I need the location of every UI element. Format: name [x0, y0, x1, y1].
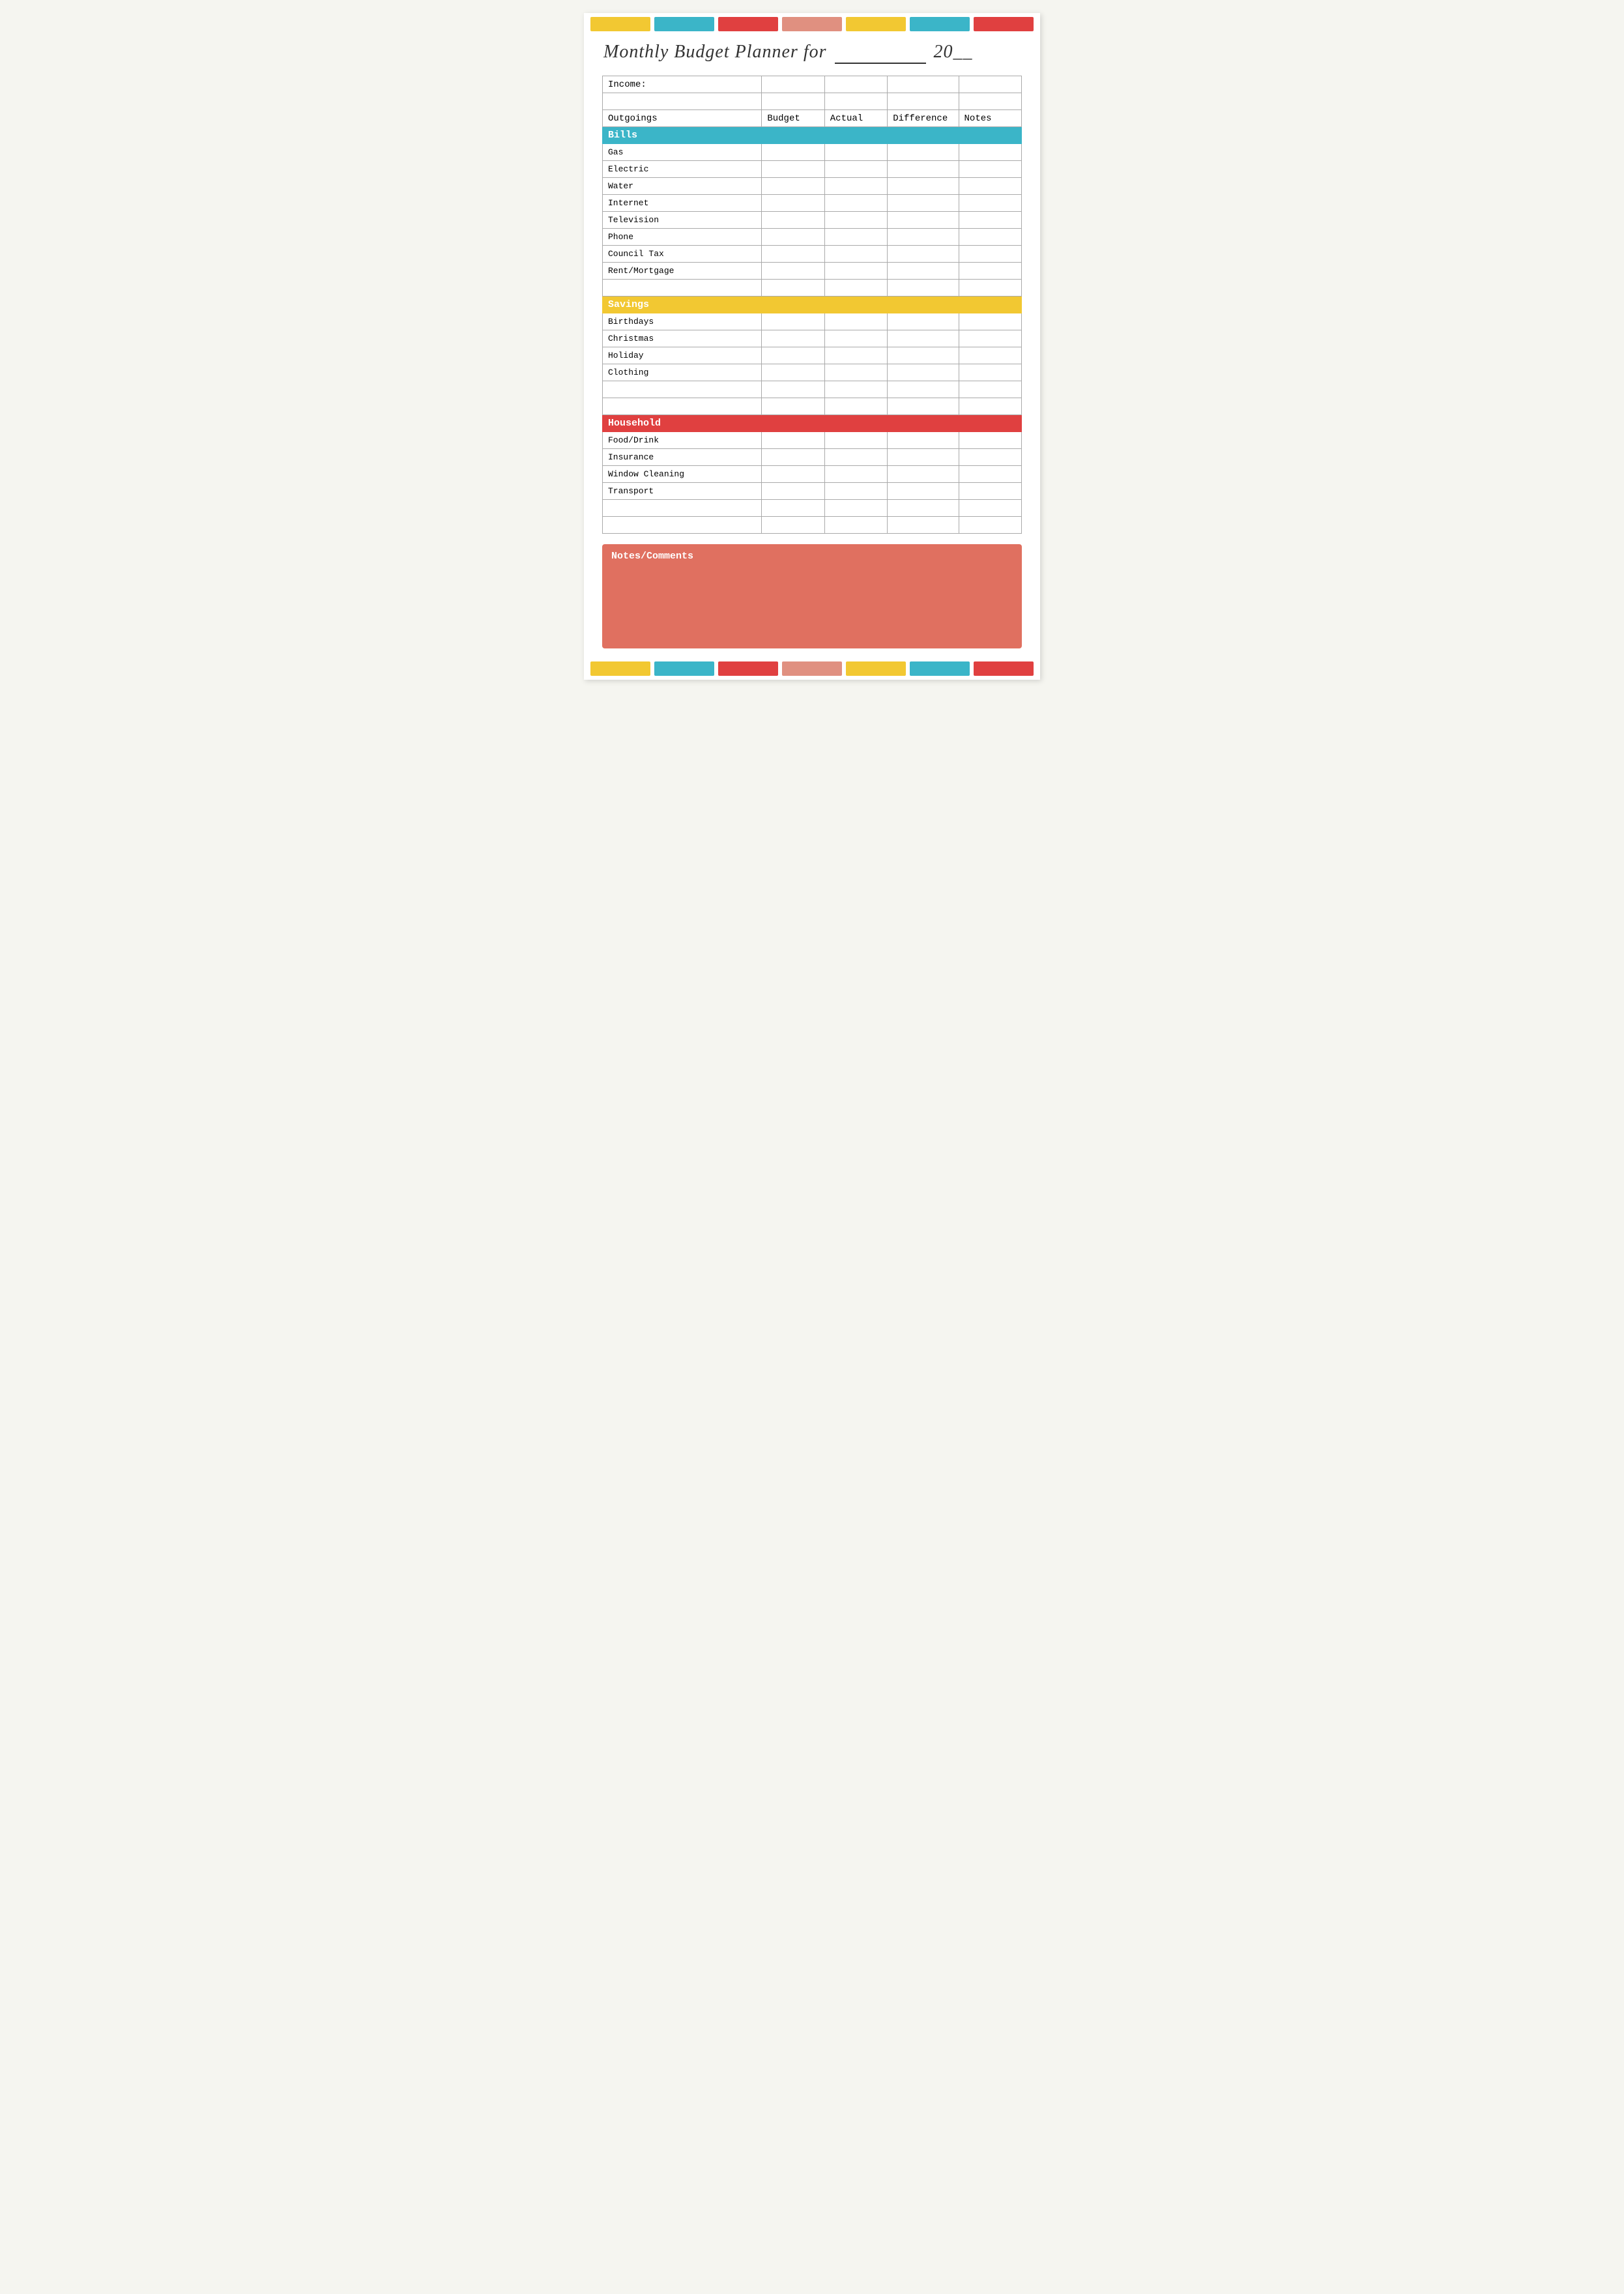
household-empty-1 — [603, 500, 1022, 517]
bar-red-1 — [718, 17, 778, 31]
income-label: Income: — [603, 76, 762, 93]
row-gas-notes[interactable] — [959, 144, 1021, 161]
savings-header-label: Savings — [603, 297, 1022, 313]
row-window-cleaning: Window Cleaning — [603, 466, 1022, 483]
spacer-after-income — [603, 93, 1022, 110]
row-holiday-label: Holiday — [603, 347, 762, 364]
row-clothing: Clothing — [603, 364, 1022, 381]
row-council-tax: Council Tax — [603, 246, 1022, 263]
row-food-drink-label: Food/Drink — [603, 432, 762, 449]
row-rent-mortgage-label: Rent/Mortgage — [603, 263, 762, 280]
row-gas: Gas — [603, 144, 1022, 161]
row-holiday: Holiday — [603, 347, 1022, 364]
savings-empty-1 — [603, 381, 1022, 398]
title-area: Monthly Budget Planner for 20__ — [584, 31, 1040, 70]
col-actual: Actual — [824, 110, 887, 127]
row-water-label: Water — [603, 178, 762, 195]
row-christmas: Christmas — [603, 330, 1022, 347]
bar-bottom-red-2 — [974, 661, 1034, 676]
title-year-blank: __ — [953, 42, 973, 62]
row-television-label: Television — [603, 212, 762, 229]
col-budget: Budget — [762, 110, 824, 127]
row-electric: Electric — [603, 161, 1022, 178]
col-difference: Difference — [888, 110, 959, 127]
row-transport: Transport — [603, 483, 1022, 500]
bar-salmon-1 — [782, 17, 842, 31]
row-council-tax-label: Council Tax — [603, 246, 762, 263]
row-transport-label: Transport — [603, 483, 762, 500]
bar-bottom-teal-2 — [910, 661, 970, 676]
row-gas-label: Gas — [603, 144, 762, 161]
savings-empty-2 — [603, 398, 1022, 415]
budget-table-wrapper: Income: Outgoings Budget Actual Differen… — [584, 76, 1040, 534]
bottom-spacer — [584, 648, 1040, 661]
bar-bottom-yellow-1 — [590, 661, 650, 676]
row-window-cleaning-label: Window Cleaning — [603, 466, 762, 483]
bar-teal-2 — [910, 17, 970, 31]
bills-header-row: Bills — [603, 127, 1022, 144]
main-title: Monthly Budget Planner for 20__ — [603, 42, 1021, 64]
row-water: Water — [603, 178, 1022, 195]
bar-bottom-yellow-2 — [846, 661, 906, 676]
title-blank — [835, 42, 926, 64]
income-budget[interactable] — [762, 76, 824, 93]
row-gas-diff[interactable] — [888, 144, 959, 161]
household-header-label: Household — [603, 415, 1022, 432]
row-gas-budget[interactable] — [762, 144, 824, 161]
row-television: Television — [603, 212, 1022, 229]
household-empty-2 — [603, 517, 1022, 534]
page: Monthly Budget Planner for 20__ Income: — [584, 13, 1040, 680]
bar-yellow-2 — [846, 17, 906, 31]
title-year-prefix: 20 — [934, 42, 953, 62]
income-notes[interactable] — [959, 76, 1021, 93]
col-notes: Notes — [959, 110, 1021, 127]
bottom-color-bar — [584, 661, 1040, 680]
savings-header-row: Savings — [603, 297, 1022, 313]
title-prefix: Monthly Budget Planner for — [603, 42, 827, 62]
bar-bottom-teal-1 — [654, 661, 714, 676]
household-header-row: Household — [603, 415, 1022, 432]
row-insurance: Insurance — [603, 449, 1022, 466]
bar-bottom-salmon-1 — [782, 661, 842, 676]
budget-table: Income: Outgoings Budget Actual Differen… — [602, 76, 1022, 534]
row-phone-label: Phone — [603, 229, 762, 246]
row-clothing-label: Clothing — [603, 364, 762, 381]
bills-empty-1 — [603, 280, 1022, 297]
bar-teal-1 — [654, 17, 714, 31]
row-birthdays-label: Birthdays — [603, 313, 762, 330]
income-diff[interactable] — [888, 76, 959, 93]
row-birthdays: Birthdays — [603, 313, 1022, 330]
row-internet-label: Internet — [603, 195, 762, 212]
bar-bottom-red-1 — [718, 661, 778, 676]
row-christmas-label: Christmas — [603, 330, 762, 347]
row-food-drink: Food/Drink — [603, 432, 1022, 449]
row-phone: Phone — [603, 229, 1022, 246]
income-actual[interactable] — [824, 76, 887, 93]
column-headers: Outgoings Budget Actual Difference Notes — [603, 110, 1022, 127]
top-color-bar — [584, 13, 1040, 31]
bar-red-2 — [974, 17, 1034, 31]
bills-header-label: Bills — [603, 127, 1022, 144]
notes-label: Notes/Comments — [611, 551, 1013, 562]
income-row: Income: — [603, 76, 1022, 93]
row-rent-mortgage: Rent/Mortgage — [603, 263, 1022, 280]
row-gas-actual[interactable] — [824, 144, 887, 161]
row-internet: Internet — [603, 195, 1022, 212]
bar-yellow-1 — [590, 17, 650, 31]
notes-section[interactable]: Notes/Comments — [602, 544, 1022, 648]
col-outgoings: Outgoings — [603, 110, 762, 127]
row-electric-label: Electric — [603, 161, 762, 178]
row-insurance-label: Insurance — [603, 449, 762, 466]
